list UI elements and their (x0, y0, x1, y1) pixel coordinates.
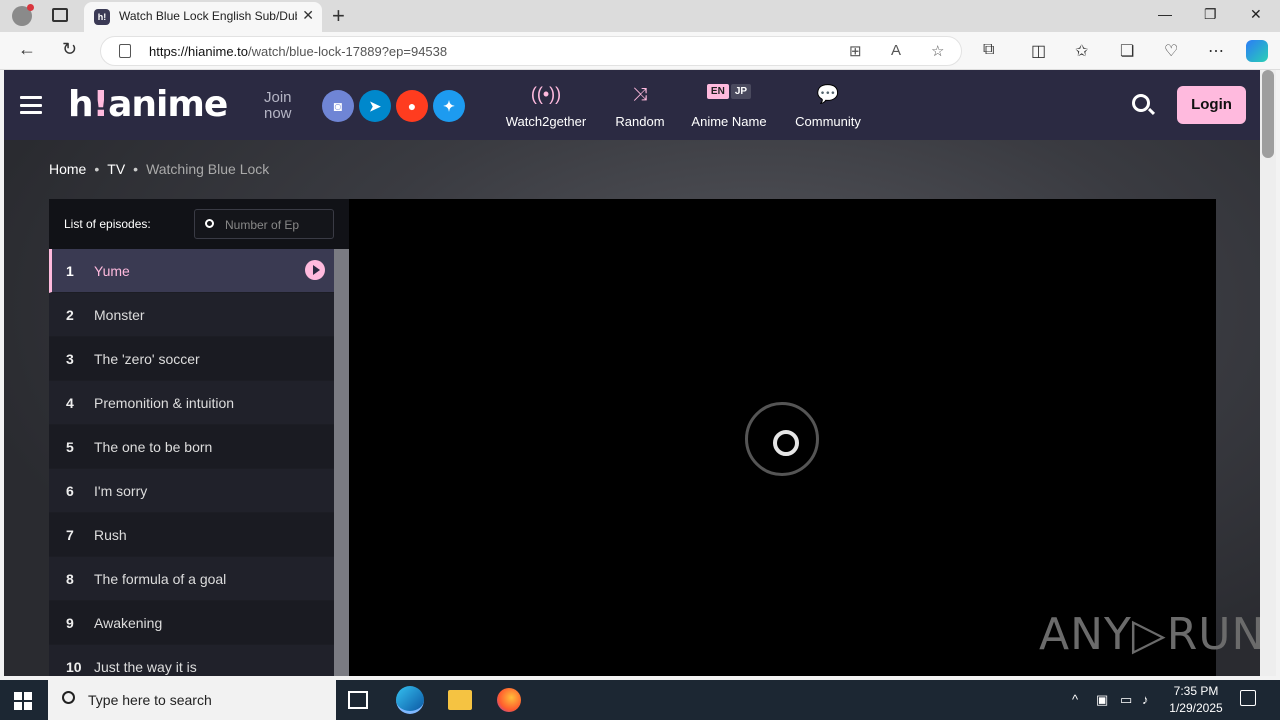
site-logo[interactable]: h!anime (68, 84, 228, 125)
loading-spinner-icon (745, 402, 819, 476)
episode-item[interactable]: 5 The one to be born (49, 425, 334, 469)
reddit-icon[interactable]: ● (396, 90, 428, 122)
breadcrumb-current: Watching Blue Lock (146, 161, 270, 177)
web-page: h!anime Join now ◙ ➤ ● ✦ ((•)) Watch2geth… (4, 70, 1260, 676)
collections-icon[interactable]: ❏ (1120, 41, 1134, 61)
search-icon (205, 219, 214, 228)
episode-item[interactable]: 8 The formula of a goal (49, 557, 334, 601)
chat-icon: 💬 (816, 84, 840, 104)
minimize-icon[interactable]: — (1158, 6, 1172, 22)
episode-search-box[interactable] (194, 209, 334, 239)
telegram-icon[interactable]: ➤ (359, 90, 391, 122)
browser-tab-bar: h! Watch Blue Lock English Sub/Dub ✕ + —… (0, 0, 1280, 32)
tab-actions-icon[interactable] (52, 8, 68, 22)
site-favicon-icon: h! (94, 9, 110, 25)
file-explorer-icon[interactable] (448, 690, 472, 710)
tab-title: Watch Blue Lock English Sub/Dub (119, 9, 297, 23)
url-field[interactable]: https://hianime.to/watch/blue-lock-17889… (100, 36, 962, 66)
lang-jp-toggle[interactable]: JP (730, 84, 752, 99)
taskbar-clock[interactable]: 7:35 PM 1/29/2025 (1166, 683, 1226, 717)
nav-community[interactable]: 💬 Community (788, 84, 868, 129)
notification-icon[interactable] (1240, 690, 1256, 706)
network-icon[interactable]: ▭ (1120, 692, 1132, 708)
episode-list-panel: List of episodes: 1Yume 2Monster 3The 'z… (49, 199, 349, 676)
page-scrollbar-thumb[interactable] (1262, 70, 1274, 158)
episode-item[interactable]: 2 Monster (49, 293, 334, 337)
search-icon[interactable] (1132, 94, 1150, 112)
nav-anime-name[interactable]: EN JP Anime Name (686, 84, 772, 129)
close-tab-icon[interactable]: ✕ (302, 7, 314, 24)
browser-tab[interactable]: h! Watch Blue Lock English Sub/Dub ✕ (84, 2, 322, 32)
nav-random[interactable]: ⤨ Random (610, 84, 670, 129)
discord-icon[interactable]: ◙ (322, 90, 354, 122)
join-now-text: Join now (264, 89, 292, 122)
breadcrumb-home[interactable]: Home (49, 161, 86, 177)
episode-list-header: List of episodes: (49, 199, 349, 249)
broadcast-icon: ((•)) (530, 84, 562, 104)
profile-icon[interactable] (12, 4, 34, 26)
episode-item[interactable]: 4 Premonition & intuition (49, 381, 334, 425)
lock-icon (119, 44, 131, 58)
performance-icon[interactable]: ♡ (1164, 41, 1178, 61)
copilot-icon[interactable] (1246, 40, 1268, 62)
more-options-icon[interactable]: ⋯ (1208, 41, 1224, 61)
episode-list: 1 Yume 2 Monster 3 The 'zero' soccer 4 Premo… (49, 249, 334, 676)
episode-list-scrollbar[interactable] (334, 249, 349, 676)
new-tab-button[interactable]: + (332, 3, 345, 29)
nav-watch2gether[interactable]: ((•)) Watch2gether (500, 84, 592, 129)
page-scrollbar[interactable] (1260, 70, 1276, 676)
search-icon (62, 691, 75, 704)
episode-item[interactable]: 7 Rush (49, 513, 334, 557)
taskbar-search[interactable]: Type here to search (48, 680, 336, 720)
volume-icon[interactable]: ♪ (1142, 692, 1149, 707)
breadcrumb: Home • TV • Watching Blue Lock (49, 161, 270, 177)
favorite-star-icon[interactable]: ☆ (931, 42, 944, 60)
episode-search-input[interactable] (225, 216, 325, 234)
restore-icon[interactable]: ❐ (1204, 6, 1217, 23)
firefox-icon[interactable] (497, 688, 521, 712)
window-close-icon[interactable]: ✕ (1250, 6, 1262, 23)
episode-list-label: List of episodes: (64, 217, 151, 231)
url-path: /watch/blue-lock-17889?ep=94538 (248, 44, 448, 59)
anyrun-watermark: ANY▷RUN (1039, 609, 1260, 660)
back-icon[interactable]: ← (18, 39, 36, 60)
extensions-icon[interactable]: ⧉ (983, 41, 994, 59)
edge-browser-icon[interactable] (396, 686, 424, 714)
menu-icon[interactable] (20, 96, 42, 114)
episode-item[interactable]: 9 Awakening (49, 601, 334, 645)
refresh-icon[interactable]: ↻ (62, 39, 77, 60)
play-icon (305, 260, 325, 280)
task-view-icon[interactable] (348, 691, 368, 709)
url-host: https://hianime.to (149, 44, 248, 59)
taskbar-search-placeholder: Type here to search (88, 692, 212, 708)
video-player[interactable]: ANY▷RUN (349, 199, 1260, 676)
episode-item[interactable]: 6 I'm sorry (49, 469, 334, 513)
episode-item[interactable]: 1 Yume (49, 249, 334, 293)
lang-en-toggle[interactable]: EN (706, 84, 729, 99)
split-screen-icon[interactable]: ◫ (1031, 41, 1046, 61)
breadcrumb-tv[interactable]: TV (107, 161, 125, 177)
twitter-icon[interactable]: ✦ (433, 90, 465, 122)
episode-item[interactable]: 3 The 'zero' soccer (49, 337, 334, 381)
shuffle-icon: ⤨ (632, 84, 648, 104)
tray-chevron-icon[interactable]: ^ (1072, 692, 1078, 707)
windows-taskbar: Type here to search ^ ▣ ▭ ♪ 7:35 PM 1/29… (0, 680, 1280, 720)
tray-device-icon[interactable]: ▣ (1096, 692, 1108, 708)
login-button[interactable]: Login (1177, 86, 1246, 124)
site-header: h!anime Join now ◙ ➤ ● ✦ ((•)) Watch2geth… (4, 70, 1260, 140)
episode-item[interactable]: 10 Just the way it is (49, 645, 334, 676)
windows-start-icon[interactable] (14, 692, 32, 710)
favorites-icon[interactable]: ✩ (1075, 41, 1088, 61)
read-aloud-icon[interactable]: A (891, 42, 901, 59)
app-available-icon[interactable]: ⊞ (849, 42, 862, 60)
